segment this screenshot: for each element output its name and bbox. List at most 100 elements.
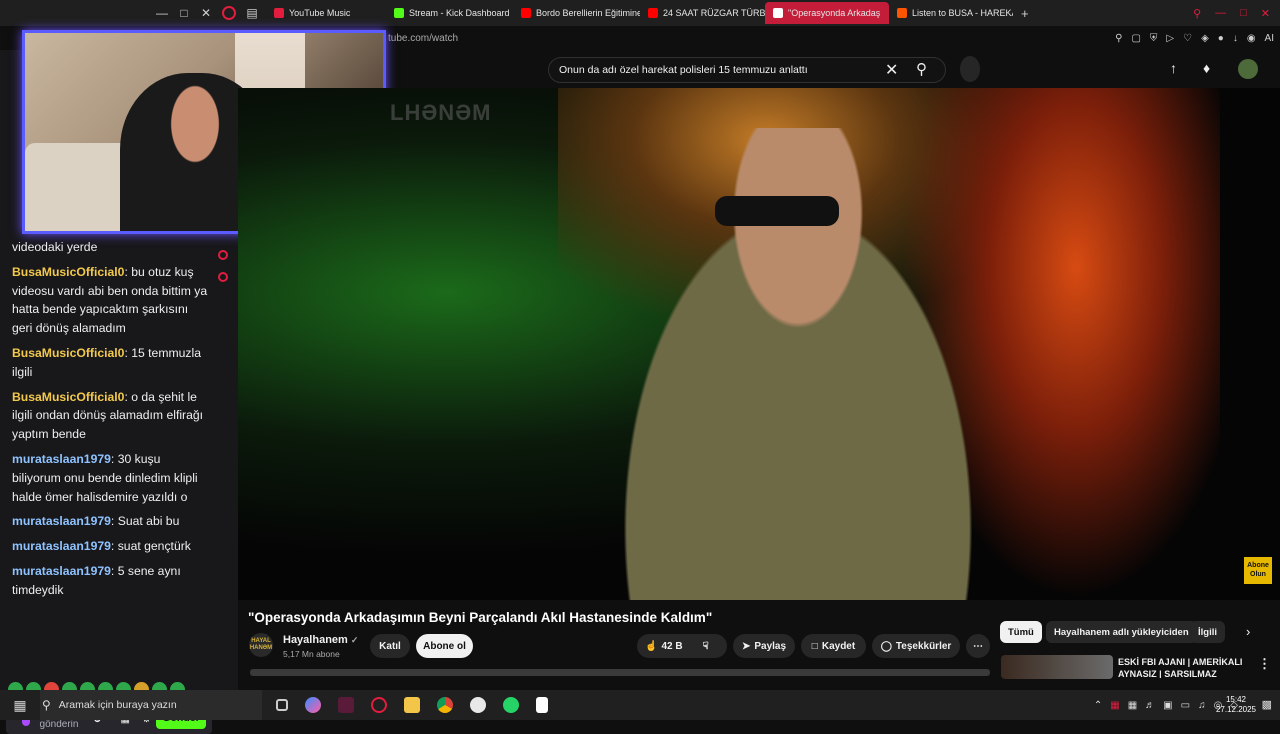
chip-uploader[interactable]: Hayalhanem adlı yükleyiciden	[1046, 621, 1197, 643]
minimize-icon[interactable]: —	[1215, 7, 1226, 20]
channel-name[interactable]: Hayalhanem ✓	[283, 634, 358, 646]
chip-related[interactable]: İlgili	[1190, 621, 1225, 643]
recommendation-title[interactable]: ESKİ FBI AJANI | AMERİKALI AYNASIZ | SAR…	[1118, 656, 1243, 678]
channel-logo[interactable]: HAYAL HANƏM	[249, 633, 273, 657]
chat-username[interactable]: murataslaan1979	[12, 539, 111, 553]
settings-icon[interactable]	[218, 272, 228, 282]
thanks-button[interactable]: ◯ Teşekkürler	[872, 634, 960, 658]
notepad-icon[interactable]	[536, 697, 548, 713]
chrome-icon[interactable]	[437, 697, 453, 713]
new-tab-icon[interactable]: +	[1013, 6, 1037, 21]
browser-toolbar: ⚲ ▢ ⛨ ▷ ♡ ◈ ● ↓ ◉ AI	[1115, 33, 1274, 44]
subscribe-badge[interactable]: Abone Olun	[1244, 557, 1272, 584]
tab-label: Listen to BUSA - HAREKAT	[912, 8, 1013, 18]
network-icon[interactable]: ▭	[1181, 700, 1190, 711]
file-explorer-icon[interactable]	[404, 697, 420, 713]
close-icon[interactable]: ✕	[200, 6, 212, 20]
close-icon[interactable]: ✕	[1261, 7, 1270, 20]
taskbar-clock[interactable]: 15:42 27.12.2025	[1216, 695, 1256, 715]
kick-studio-icon[interactable]	[338, 697, 354, 713]
chat-username[interactable]: murataslaan1979	[12, 514, 111, 528]
more-actions-button[interactable]: ⋯	[966, 634, 990, 658]
subscribe-button[interactable]: Abone ol	[416, 634, 473, 658]
avatar[interactable]	[1238, 59, 1258, 79]
chevron-up-icon[interactable]: ⌃	[1094, 700, 1102, 711]
lock-icon[interactable]: ●	[1218, 33, 1224, 44]
bell-icon[interactable]: ♦	[1203, 60, 1210, 76]
upload-icon[interactable]: ↑	[1170, 60, 1177, 76]
search-icon[interactable]: ⚲	[916, 60, 927, 78]
search-icon: ⚲	[42, 698, 51, 712]
workspace-icon[interactable]: ▤	[246, 6, 258, 20]
thumbs-down-icon[interactable]: ☟	[703, 641, 709, 652]
notification-icon[interactable]: ▩	[1262, 698, 1272, 711]
taskbar-search[interactable]: ⚲ Aramak için buraya yazın	[40, 690, 262, 720]
search-query[interactable]: Onun da adı özel harekat polisleri 15 te…	[559, 64, 808, 76]
clock-date: 27.12.2025	[1215, 705, 1256, 714]
clear-search-icon[interactable]: ✕	[885, 60, 898, 80]
windows-start-icon[interactable]: ▦	[0, 697, 40, 714]
download-icon[interactable]: ↓	[1233, 33, 1238, 44]
thanks-label: Teşekkürler	[895, 640, 952, 652]
opera-logo-icon[interactable]	[222, 6, 236, 20]
maximize-icon[interactable]: □	[178, 6, 190, 20]
share-button[interactable]: ➤ Paylaş	[733, 634, 795, 658]
video-player[interactable]	[238, 88, 1280, 600]
url-text[interactable]: tube.com/watch	[388, 33, 458, 44]
voice-search-icon[interactable]	[960, 56, 980, 82]
save-button[interactable]: □ Kaydet	[801, 634, 866, 658]
minimize-icon[interactable]: —	[156, 6, 168, 20]
browser-tab[interactable]: YouTube Music	[266, 2, 386, 24]
like-count[interactable]: 42 B	[661, 641, 682, 652]
chat-username[interactable]: murataslaan1979	[12, 564, 111, 578]
whatsapp-icon[interactable]	[503, 697, 519, 713]
camera-icon[interactable]: ◉	[1247, 33, 1256, 44]
obs-icon[interactable]	[470, 697, 486, 713]
ai-label[interactable]: AI	[1265, 33, 1274, 44]
screenshot-icon[interactable]: ▢	[1131, 33, 1140, 44]
join-button[interactable]: Katıl	[370, 634, 410, 658]
thumbs-up-icon[interactable]: ☝	[645, 641, 657, 652]
channel-name-text[interactable]: Hayalhanem	[283, 634, 348, 646]
volume-icon[interactable]: ♫	[1198, 700, 1206, 711]
chat-username[interactable]: BusaMusicOfficial0	[12, 346, 124, 360]
taskbar-search-placeholder[interactable]: Aramak için buraya yazın	[59, 699, 177, 711]
browser-tab[interactable]: 24 SAAT RÜZGAR TÜRBİN	[640, 2, 765, 24]
kebab-menu-icon[interactable]: ⋮	[1258, 656, 1271, 672]
chip-all[interactable]: Tümü	[1000, 621, 1042, 643]
task-view-icon[interactable]	[276, 699, 288, 711]
pin-icon[interactable]	[218, 250, 228, 260]
tray-app-icon[interactable]: ▦	[1110, 700, 1119, 711]
browser-tab[interactable]: Bordo Berellierin Eğitimine	[513, 2, 640, 24]
chat-username[interactable]: BusaMusicOfficial0	[12, 390, 124, 404]
browser-tab[interactable]: "Operasyonda Arkadaş	[765, 2, 889, 24]
search-tabs-icon[interactable]: ⚲	[1193, 7, 1201, 20]
chat-message: murataslaan1979: suat gençtürk	[12, 537, 208, 556]
pin-icon[interactable]: ⚲	[1115, 33, 1122, 44]
maximize-icon[interactable]: □	[1240, 7, 1247, 20]
tab-label: "Operasyonda Arkadaş	[788, 8, 881, 18]
chevron-right-icon[interactable]: ›	[1246, 624, 1250, 639]
webcam-sofa	[25, 143, 135, 231]
tray-app-icon[interactable]: ▦	[1128, 700, 1137, 711]
chat-message: BusaMusicOfficial0: 15 temmuzla ilgili	[12, 344, 208, 382]
chat-username[interactable]: murataslaan1979	[12, 452, 111, 466]
chat-username[interactable]: BusaMusicOfficial0	[12, 265, 124, 279]
browser-tab[interactable]: Listen to BUSA - HAREKAT	[889, 2, 1013, 24]
shield-icon[interactable]: ⛨	[1150, 33, 1158, 44]
recommendation-thumbnail[interactable]	[1001, 655, 1113, 679]
video-title: "Operasyonda Arkadaşımın Beyni Parçaland…	[248, 610, 713, 625]
extensions-icon[interactable]: ◈	[1201, 33, 1209, 44]
copilot-icon[interactable]	[305, 697, 321, 713]
tab-favicon-icon	[521, 8, 531, 18]
tab-favicon-icon	[394, 8, 404, 18]
save-label: Kaydet	[821, 640, 856, 652]
play-icon[interactable]: ▷	[1166, 33, 1174, 44]
horizontal-scrollbar[interactable]	[250, 669, 990, 676]
browser-tab[interactable]: Stream - Kick Dashboard	[386, 2, 513, 24]
heart-icon[interactable]: ♡	[1183, 33, 1192, 44]
opera-icon[interactable]	[371, 697, 387, 713]
monitor-icon[interactable]: ▣	[1163, 700, 1172, 711]
tab-label: Bordo Berellierin Eğitimine	[536, 8, 640, 18]
speaker-icon[interactable]: ♬	[1145, 700, 1155, 711]
